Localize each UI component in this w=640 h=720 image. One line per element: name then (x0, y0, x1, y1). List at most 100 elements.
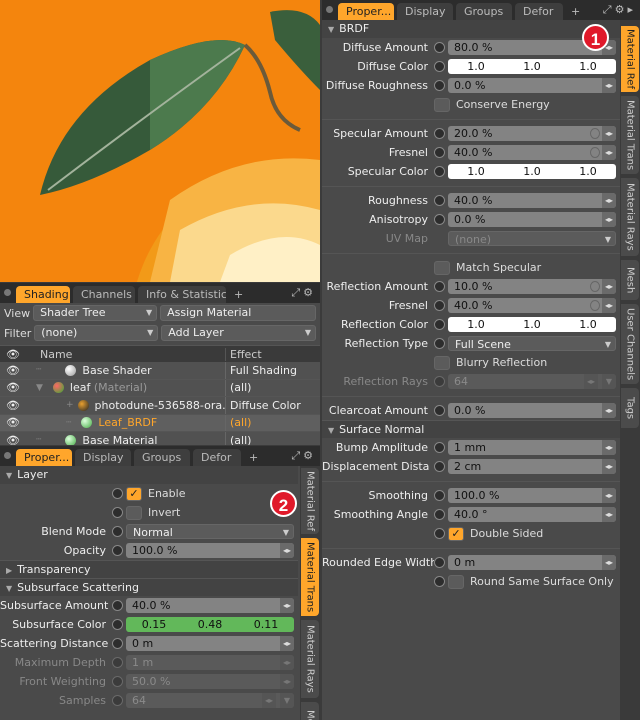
animate-radio[interactable] (112, 545, 123, 556)
animate-radio[interactable] (112, 526, 123, 537)
vtab-mesh[interactable]: Me (301, 702, 319, 720)
stepper-icon[interactable]: ◂▸ (602, 78, 616, 93)
reflection-color-field[interactable]: 1.0 1.0 1.0 (448, 317, 616, 332)
animate-radio[interactable] (434, 528, 445, 539)
roughness-field[interactable]: 40.0 % ◂▸ (448, 193, 616, 208)
animate-radio[interactable] (434, 147, 445, 158)
chevron-down-icon[interactable]: ▼ (280, 693, 294, 708)
vtab-material-ref[interactable]: Material Ref (301, 468, 319, 534)
reflection-rays-field[interactable]: 64 ◂▸ ▼ (448, 374, 616, 389)
animate-radio[interactable] (434, 490, 445, 501)
animate-radio[interactable] (434, 281, 445, 292)
tab-properties[interactable]: Proper... (338, 3, 394, 20)
tree-row[interactable]: 👁 ┄ Base Material (all) (0, 432, 320, 445)
maximum-depth-field[interactable]: 1 m ◂▸ (126, 655, 294, 670)
blurry-reflection-checkbox[interactable] (434, 355, 450, 370)
invert-checkbox[interactable] (126, 505, 142, 520)
round-same-surface-checkbox[interactable] (448, 574, 464, 589)
render-viewport[interactable] (0, 0, 320, 282)
chevron-down-icon[interactable]: ▼ (602, 374, 616, 389)
samples-field[interactable]: 64 ◂▸ ▼ (126, 693, 294, 708)
diffuse-color-field[interactable]: 1.0 1.0 1.0 (448, 59, 616, 74)
visibility-eye-icon[interactable]: 👁 (0, 364, 26, 377)
expand-icon[interactable]: ⤢ (291, 449, 303, 462)
animate-radio[interactable] (112, 657, 123, 668)
displacement-distance-field[interactable]: 2 cm ◂▸ (448, 459, 616, 474)
animate-radio[interactable] (112, 695, 123, 706)
column-effect[interactable]: Effect (226, 348, 262, 361)
link-icon[interactable] (590, 128, 600, 139)
reflection-type-dropdown[interactable]: Full Scene ▼ (448, 336, 616, 351)
stepper-icon[interactable]: ◂▸ (280, 543, 294, 558)
front-weighting-field[interactable]: 50.0 % ◂▸ (126, 674, 294, 689)
animate-radio[interactable] (434, 128, 445, 139)
stepper-icon[interactable]: ◂▸ (280, 598, 294, 613)
animate-radio[interactable] (434, 300, 445, 311)
animate-radio[interactable] (434, 557, 445, 568)
blend-mode-dropdown[interactable]: Normal ▼ (126, 524, 294, 539)
stepper-icon[interactable]: ◂▸ (602, 212, 616, 227)
vtab-tags[interactable]: Tags (621, 388, 639, 428)
section-surface-normal[interactable]: ▼ Surface Normal (322, 420, 620, 438)
panel-menu-icon[interactable] (4, 452, 11, 459)
vtab-material-trans[interactable]: Material Trans (301, 538, 319, 616)
stepper-icon[interactable]: ◂▸ (602, 403, 616, 418)
conserve-energy-checkbox[interactable] (434, 97, 450, 112)
specular-color-field[interactable]: 1.0 1.0 1.0 (448, 164, 616, 179)
animate-radio[interactable] (434, 214, 445, 225)
vtab-material-rays[interactable]: Material Rays (301, 620, 319, 698)
expand-triangle-icon[interactable]: ▼ (36, 383, 43, 393)
tab-deformers[interactable]: Defor (193, 449, 241, 466)
stepper-icon[interactable]: ◂▸ (280, 636, 294, 651)
section-brdf[interactable]: ▼ BRDF (322, 20, 620, 38)
enable-checkbox[interactable]: ✓ (126, 486, 142, 501)
animate-radio[interactable] (112, 507, 123, 518)
animate-radio[interactable] (434, 509, 445, 520)
add-tab-button[interactable]: + (229, 286, 248, 303)
stepper-icon[interactable]: ◂▸ (280, 655, 294, 670)
animate-radio[interactable] (434, 461, 445, 472)
section-subsurface-scattering[interactable]: ▼ Subsurface Scattering (0, 578, 298, 596)
stepper-icon[interactable]: ◂▸ (280, 674, 294, 689)
animate-radio[interactable] (434, 376, 445, 387)
stepper-icon[interactable]: ◂▸ (262, 693, 276, 708)
bump-amplitude-field[interactable]: 1 mm ◂▸ (448, 440, 616, 455)
uv-map-dropdown[interactable]: (none) ▼ (448, 231, 616, 246)
animate-radio[interactable] (434, 195, 445, 206)
reflection-amount-field[interactable]: 10.0 % ◂▸ (448, 279, 616, 294)
subsurface-color-field[interactable]: 0.15 0.48 0.11 (126, 617, 294, 632)
column-name[interactable]: Name (26, 347, 226, 361)
link-icon[interactable] (590, 300, 600, 311)
stepper-icon[interactable]: ◂▸ (602, 507, 616, 522)
stepper-icon[interactable]: ◂▸ (602, 126, 616, 141)
subsurface-amount-field[interactable]: 40.0 % ◂▸ (126, 598, 294, 613)
animate-radio[interactable] (434, 576, 445, 587)
arrow-right-icon[interactable]: ▸ (627, 3, 636, 16)
stepper-icon[interactable]: ◂▸ (602, 145, 616, 160)
tree-row-selected[interactable]: 👁 ┄ Leaf_BRDF (all) (0, 414, 320, 432)
tab-channels[interactable]: Channels (73, 286, 135, 303)
animate-radio[interactable] (112, 600, 123, 611)
smoothing-field[interactable]: 100.0 % ◂▸ (448, 488, 616, 503)
visibility-eye-icon[interactable]: 👁 (0, 434, 26, 445)
scattering-distance-field[interactable]: 0 m ◂▸ (126, 636, 294, 651)
add-tab-button[interactable]: + (244, 449, 263, 466)
rounded-edge-width-field[interactable]: 0 m ◂▸ (448, 555, 616, 570)
fresnel-field[interactable]: 40.0 % ◂▸ (448, 145, 616, 160)
vtab-mesh[interactable]: Mesh (621, 260, 639, 300)
tab-properties[interactable]: Proper... (16, 449, 72, 466)
link-icon[interactable] (590, 281, 600, 292)
animate-radio[interactable] (434, 80, 445, 91)
section-transparency[interactable]: ▶ Transparency (0, 560, 298, 578)
vtab-material-trans[interactable]: Material Trans (621, 96, 639, 174)
stepper-icon[interactable]: ◂▸ (602, 555, 616, 570)
visibility-eye-icon[interactable]: 👁 (0, 416, 26, 429)
double-sided-checkbox[interactable]: ✓ (448, 526, 464, 541)
section-layer[interactable]: ▼ Layer (0, 466, 298, 484)
filter-dropdown[interactable]: (none) ▼ (34, 325, 159, 341)
opacity-field[interactable]: 100.0 % ◂▸ (126, 543, 294, 558)
panel-menu-icon[interactable] (4, 289, 11, 296)
stepper-icon[interactable]: ◂▸ (602, 193, 616, 208)
expand-icon[interactable]: ⤢ (603, 3, 615, 16)
animate-radio[interactable] (434, 42, 445, 53)
